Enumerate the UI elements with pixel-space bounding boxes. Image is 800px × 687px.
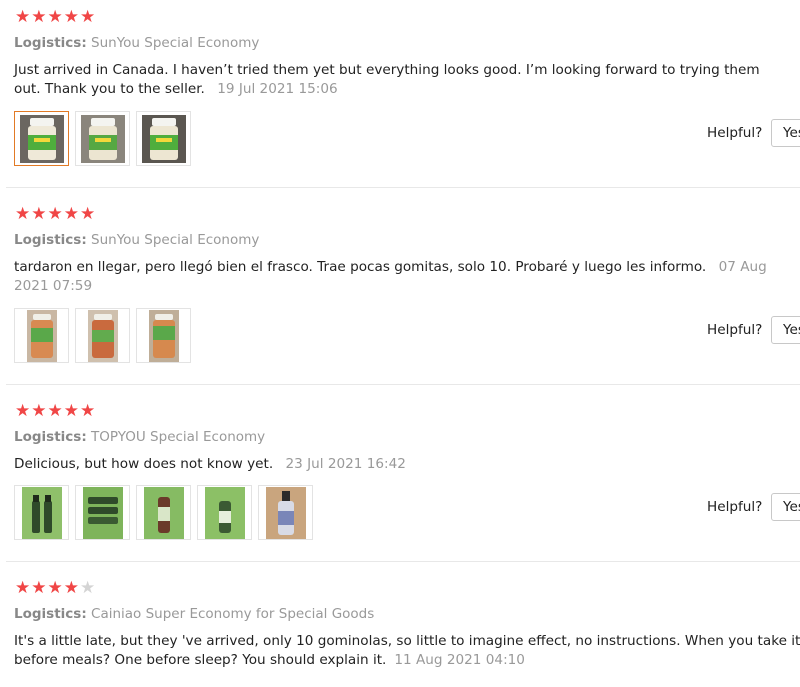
- star-icon: ★: [63, 401, 80, 421]
- review-photo-thumbnail[interactable]: [14, 485, 69, 540]
- logistics-info: Logistics: TOPYOU Special Economy: [14, 429, 265, 445]
- review-photo-thumbnail[interactable]: [136, 111, 191, 166]
- review-divider: [6, 187, 800, 188]
- logistics-label: Logistics:: [14, 606, 87, 622]
- review-text: Delicious, but how does not know yet.: [14, 456, 274, 472]
- helpful-label: Helpful?: [707, 322, 763, 338]
- star-icon: ★: [47, 204, 64, 224]
- helpful-yes-button[interactable]: Yes: [771, 493, 800, 521]
- review-photo-thumbnail[interactable]: [75, 111, 130, 166]
- review-photo-thumbnail[interactable]: [14, 308, 69, 363]
- star-icon: ★: [31, 578, 48, 598]
- review-text: before meals? One before sleep? You shou…: [14, 652, 387, 668]
- star-icon: ★: [15, 401, 32, 421]
- review-date: 23 Jul 2021 16:42: [285, 456, 406, 472]
- review-photos: [14, 111, 191, 166]
- star-icon: ★: [15, 204, 32, 224]
- star-icon: ★: [80, 7, 97, 27]
- review-comment: tardaron en llegar, pero llegó bien el f…: [14, 258, 784, 296]
- star-icon: ★: [15, 578, 32, 598]
- logistics-info: Logistics: SunYou Special Economy: [14, 35, 259, 51]
- star-icon: ★: [31, 204, 48, 224]
- logistics-label: Logistics:: [14, 429, 87, 445]
- review-photo-thumbnail[interactable]: [136, 308, 191, 363]
- review-comment: Just arrived in Canada. I haven’t tried …: [14, 61, 784, 99]
- review-photo-thumbnail[interactable]: [136, 485, 191, 540]
- star-icon: ★: [31, 7, 48, 27]
- star-rating: ★★★★★: [15, 204, 97, 224]
- helpful-yes-button[interactable]: Yes: [771, 119, 800, 147]
- review-photo-thumbnail[interactable]: [197, 485, 252, 540]
- review-text-line: It's a little late, but they 've arrived…: [14, 633, 800, 649]
- review-photo-thumbnail[interactable]: [258, 485, 313, 540]
- logistics-info: Logistics: Cainiao Super Economy for Spe…: [14, 606, 374, 622]
- logistics-info: Logistics: SunYou Special Economy: [14, 232, 259, 248]
- review-feed: ★★★★★ Logistics: SunYou Special Economy …: [0, 0, 800, 687]
- review-photo-thumbnail[interactable]: [75, 485, 130, 540]
- review-photo-thumbnail[interactable]: [14, 111, 69, 166]
- review-photos: [14, 308, 191, 363]
- logistics-value: SunYou Special Economy: [91, 232, 260, 248]
- star-icon: ★: [80, 401, 97, 421]
- logistics-value: Cainiao Super Economy for Special Goods: [91, 606, 375, 622]
- review-text: Just arrived in Canada. I haven’t tried …: [14, 62, 760, 97]
- review-date: 11 Aug 2021 04:10: [394, 652, 525, 668]
- star-rating: ★★★★★: [15, 401, 97, 421]
- review-divider: [6, 384, 800, 385]
- review-date: 19 Jul 2021 15:06: [217, 81, 338, 97]
- star-icon: ★: [15, 7, 32, 27]
- logistics-label: Logistics:: [14, 232, 87, 248]
- star-icon: ★: [47, 578, 64, 598]
- star-icon: ★: [63, 578, 80, 598]
- star-icon: ★: [63, 7, 80, 27]
- review-comment: Delicious, but how does not know yet. 23…: [14, 455, 784, 474]
- star-icon: ★: [47, 401, 64, 421]
- logistics-value: TOPYOU Special Economy: [91, 429, 266, 445]
- review-text-line-2: before meals? One before sleep? You shou…: [14, 651, 800, 670]
- star-icon: ★: [80, 204, 97, 224]
- helpful-label: Helpful?: [707, 125, 763, 141]
- star-empty-icon: ★: [80, 578, 97, 598]
- review-comment: It's a little late, but they 've arrived…: [14, 632, 800, 670]
- review-text: tardaron en llegar, pero llegó bien el f…: [14, 259, 707, 275]
- star-rating: ★★★★★: [15, 7, 97, 27]
- star-icon: ★: [63, 204, 80, 224]
- star-icon: ★: [47, 7, 64, 27]
- review-photo-thumbnail[interactable]: [75, 308, 130, 363]
- star-rating: ★★★★★: [15, 578, 97, 598]
- logistics-label: Logistics:: [14, 35, 87, 51]
- review-divider: [6, 561, 800, 562]
- helpful-label: Helpful?: [707, 499, 763, 515]
- star-icon: ★: [31, 401, 48, 421]
- review-photos: [14, 485, 313, 540]
- logistics-value: SunYou Special Economy: [91, 35, 260, 51]
- helpful-yes-button[interactable]: Yes: [771, 316, 800, 344]
